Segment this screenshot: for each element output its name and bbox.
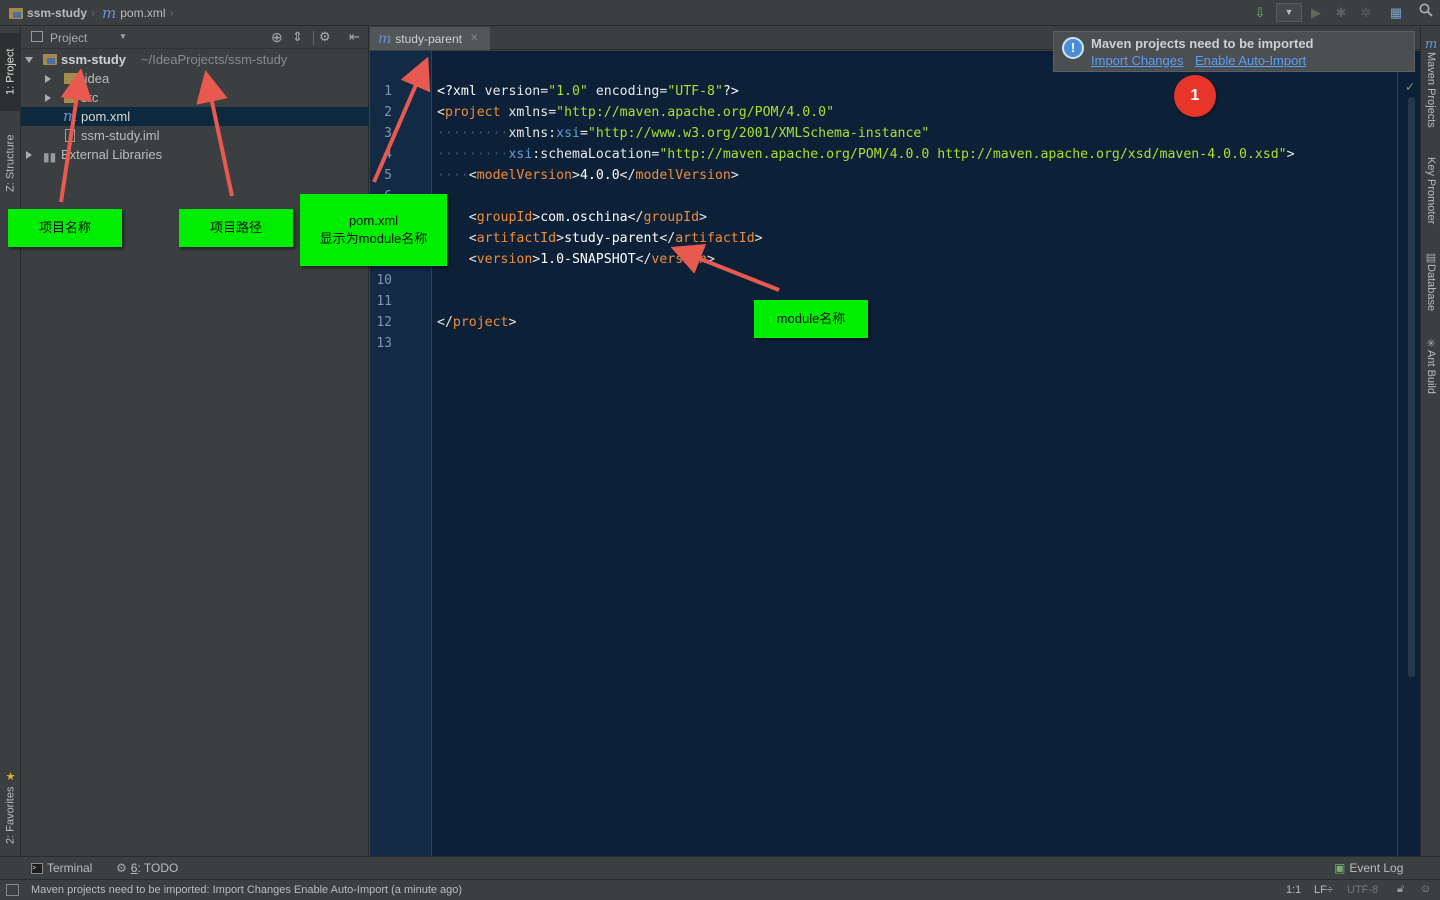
annotation-module-name: module名称 (754, 300, 868, 338)
status-bar: Maven projects need to be imported: Impo… (0, 879, 1440, 900)
annotation-project-path-text: 项目路径 (209, 220, 262, 235)
lock-icon[interactable]: 🔓︎ (1397, 883, 1404, 896)
tool-windows-toggle-icon[interactable] (6, 884, 19, 896)
event-log-tab[interactable]: ▣ Event Log (1334, 861, 1403, 875)
event-log-icon: ▣ (1334, 861, 1346, 875)
status-message[interactable]: Maven projects need to be imported: Impo… (31, 884, 462, 896)
file-encoding[interactable]: UTF-8 (1347, 884, 1378, 896)
terminal-icon: > (31, 862, 43, 874)
annotation-project-name-text: 项目名称 (38, 220, 91, 235)
arrow-pom-module (372, 56, 431, 183)
bottom-tool-bar: > Terminal ⚙ 6: TODO ▣ Event Log (0, 856, 1440, 879)
arrow-project-path (196, 70, 234, 197)
step-badge: 1 (1174, 75, 1216, 117)
todo-tab[interactable]: ⚙ 6: TODO (116, 861, 178, 875)
arrow-module-name (670, 243, 780, 292)
terminal-tab-label: Terminal (47, 861, 93, 875)
caret-position[interactable]: 1:1 (1286, 884, 1301, 896)
annotation-pom-line2: 显示为module名称 (319, 231, 428, 246)
annotation-module-name-text: module名称 (776, 311, 846, 326)
annotation-project-path: 项目路径 (179, 209, 293, 247)
annotation-pom-line1: pom.xml (348, 213, 399, 228)
annotation-pom-module: pom.xml 显示为module名称 (300, 194, 447, 266)
todo-tab-label: : TODO (137, 861, 179, 875)
event-log-tab-label: Event Log (1349, 861, 1404, 875)
terminal-tab[interactable]: > Terminal (31, 861, 92, 875)
inspector-icon[interactable]: ☺ (1420, 883, 1431, 895)
todo-icon: ⚙ (116, 861, 127, 875)
annotation-project-name: 项目名称 (8, 209, 122, 247)
arrow-project-name (59, 68, 93, 203)
annotation-arrows (59, 56, 780, 292)
line-separator[interactable]: LF÷ (1314, 884, 1333, 896)
